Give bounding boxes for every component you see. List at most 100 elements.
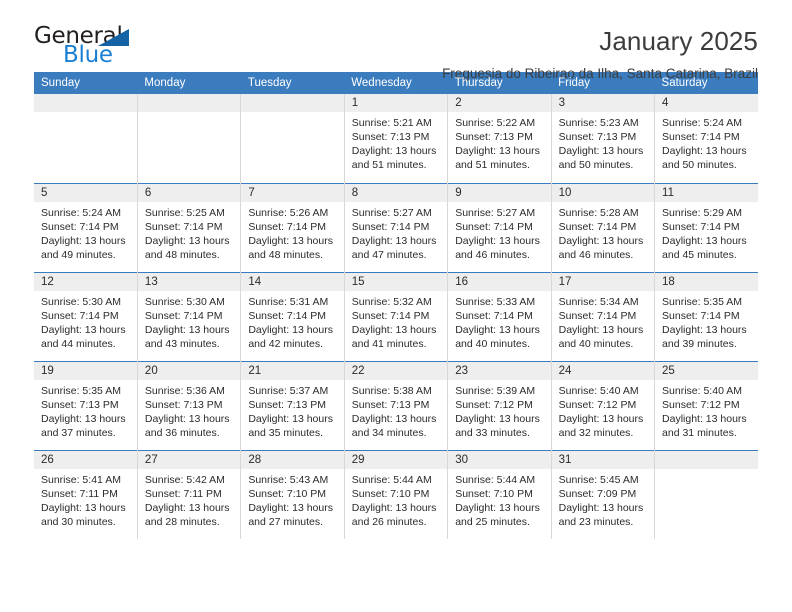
day-number: 9 — [448, 183, 551, 202]
sunrise-time: Sunrise: 5:43 AM — [248, 473, 329, 486]
sunset-time: Sunset: 7:14 PM — [41, 220, 119, 233]
sunset-time: Sunset: 7:13 PM — [41, 398, 119, 411]
calendar-day-cell[interactable]: 22 Sunrise: 5:38 AM Sunset: 7:13 PM Dayligh… — [344, 360, 449, 450]
daylight-duration-line2: and 37 minutes. — [41, 426, 116, 439]
calendar-day-cell[interactable]: 3 Sunrise: 5:23 AM Sunset: 7:13 PM Daylight… — [551, 94, 656, 183]
daylight-duration-line1: Daylight: 13 hours — [558, 412, 644, 425]
calendar-day-cell[interactable]: 14 Sunrise: 5:31 AM Sunset: 7:14 PM Dayligh… — [240, 271, 345, 361]
daylight-duration-line1: Daylight: 13 hours — [351, 412, 437, 425]
daylight-duration-line2: and 50 minutes. — [558, 159, 634, 171]
day-number: 14 — [241, 272, 344, 291]
calendar-day-cell[interactable]: 4 Sunrise: 5:24 AM Sunset: 7:14 PM Daylight… — [654, 94, 758, 183]
day-details: Sunrise: 5:34 AM Sunset: 7:14 PM Daylight:… — [552, 291, 654, 351]
sunrise-time: Sunrise: 5:31 AM — [248, 295, 329, 308]
day-number: 1 — [344, 94, 448, 112]
day-number: 5 — [34, 183, 137, 202]
day-details: Sunrise: 5:25 AM Sunset: 7:14 PM Daylight:… — [138, 202, 240, 262]
calendar-week-row: 5 Sunrise: 5:24 AM Sunset: 7:14 PM Daylight… — [34, 182, 758, 272]
calendar-day-cell-empty — [137, 94, 242, 183]
calendar-day-cell[interactable]: 25 Sunrise: 5:40 AM Sunset: 7:12 PM Dayligh… — [654, 360, 758, 450]
daylight-duration-line2: and 27 minutes. — [248, 515, 324, 528]
sunrise-time: Sunrise: 5:39 AM — [455, 384, 536, 397]
calendar-day-cell[interactable]: 10 Sunrise: 5:28 AM Sunset: 7:14 PM Dayligh… — [551, 182, 656, 272]
daylight-duration-line2: and 26 minutes. — [351, 515, 427, 528]
day-number: 12 — [34, 272, 137, 291]
sunrise-time: Sunrise: 5:27 AM — [455, 206, 536, 219]
day-details: Sunrise: 5:21 AM Sunset: 7:13 PM Daylight:… — [345, 112, 447, 172]
calendar-day-cell[interactable]: 11 Sunrise: 5:29 AM Sunset: 7:14 PM Dayligh… — [654, 182, 758, 272]
sunrise-time: Sunrise: 5:29 AM — [662, 206, 742, 219]
calendar-day-cell[interactable]: 24 Sunrise: 5:40 AM Sunset: 7:12 PM Dayligh… — [551, 360, 656, 450]
sunset-time: Sunset: 7:14 PM — [351, 309, 430, 322]
sunset-time: Sunset: 7:12 PM — [455, 398, 533, 411]
sunset-time: Sunset: 7:13 PM — [351, 131, 430, 143]
daylight-duration-line2: and 33 minutes. — [455, 426, 530, 439]
day-details: Sunrise: 5:41 AM Sunset: 7:11 PM Daylight:… — [34, 469, 137, 529]
calendar-day-cell[interactable]: 21 Sunrise: 5:37 AM Sunset: 7:13 PM Dayligh… — [240, 360, 345, 450]
calendar-day-cell[interactable]: 18 Sunrise: 5:35 AM Sunset: 7:14 PM Dayligh… — [654, 271, 758, 361]
sunset-time: Sunset: 7:13 PM — [351, 398, 430, 411]
day-details: Sunrise: 5:30 AM Sunset: 7:14 PM Daylight:… — [138, 291, 240, 351]
calendar-day-cell[interactable]: 9 Sunrise: 5:27 AM Sunset: 7:14 PM Daylight… — [447, 182, 552, 272]
sunset-time: Sunset: 7:13 PM — [144, 398, 223, 411]
day-details: Sunrise: 5:23 AM Sunset: 7:13 PM Daylight:… — [552, 112, 654, 172]
sunset-time: Sunset: 7:14 PM — [248, 220, 326, 233]
day-details: Sunrise: 5:43 AM Sunset: 7:10 PM Daylight:… — [241, 469, 343, 529]
daylight-duration-line1: Daylight: 13 hours — [455, 234, 540, 247]
daylight-duration-line2: and 43 minutes. — [144, 337, 220, 350]
calendar-day-cell[interactable]: 1 Sunrise: 5:21 AM Sunset: 7:13 PM Daylight… — [344, 94, 449, 183]
sunset-time: Sunset: 7:11 PM — [144, 487, 222, 500]
calendar-day-cell[interactable]: 13 Sunrise: 5:30 AM Sunset: 7:14 PM Dayligh… — [137, 271, 242, 361]
calendar-day-cell[interactable]: 31 Sunrise: 5:45 AM Sunset: 7:09 PM Dayligh… — [551, 449, 656, 539]
sunset-time: Sunset: 7:14 PM — [558, 309, 637, 322]
calendar-day-cell[interactable]: 6 Sunrise: 5:25 AM Sunset: 7:14 PM Daylight… — [137, 182, 242, 272]
calendar-day-cell[interactable]: 5 Sunrise: 5:24 AM Sunset: 7:14 PM Daylight… — [34, 182, 138, 272]
daylight-duration-line1: Daylight: 13 hours — [144, 501, 230, 514]
day-number: 6 — [137, 183, 241, 202]
daylight-duration-line1: Daylight: 13 hours — [455, 501, 540, 514]
day-details: Sunrise: 5:31 AM Sunset: 7:14 PM Daylight:… — [241, 291, 343, 351]
calendar-day-cell[interactable]: 26 Sunrise: 5:41 AM Sunset: 7:11 PM Dayligh… — [34, 449, 138, 539]
day-number: 25 — [655, 361, 758, 380]
calendar-day-cell[interactable]: 19 Sunrise: 5:35 AM Sunset: 7:13 PM Dayligh… — [34, 360, 138, 450]
day-number: 28 — [241, 450, 344, 469]
calendar-day-cell[interactable]: 16 Sunrise: 5:33 AM Sunset: 7:14 PM Dayligh… — [447, 271, 552, 361]
sunset-time: Sunset: 7:12 PM — [662, 398, 740, 411]
daylight-duration-line2: and 23 minutes. — [558, 515, 634, 528]
calendar-day-cell[interactable]: 8 Sunrise: 5:27 AM Sunset: 7:14 PM Daylight… — [344, 182, 449, 272]
day-details: Sunrise: 5:30 AM Sunset: 7:14 PM Daylight:… — [34, 291, 137, 351]
calendar-day-cell[interactable]: 28 Sunrise: 5:43 AM Sunset: 7:10 PM Dayligh… — [240, 449, 345, 539]
day-number: 15 — [344, 272, 448, 291]
daylight-duration-line1: Daylight: 13 hours — [248, 234, 333, 247]
sunset-time: Sunset: 7:09 PM — [558, 487, 637, 500]
daylight-duration-line1: Daylight: 13 hours — [455, 145, 540, 157]
sunset-time: Sunset: 7:14 PM — [248, 309, 326, 322]
day-details: Sunrise: 5:24 AM Sunset: 7:14 PM Daylight:… — [655, 112, 758, 172]
day-details: Sunrise: 5:33 AM Sunset: 7:14 PM Daylight:… — [448, 291, 550, 351]
daylight-duration-line2: and 30 minutes. — [41, 515, 116, 528]
calendar-day-cell[interactable]: 12 Sunrise: 5:30 AM Sunset: 7:14 PM Dayligh… — [34, 271, 138, 361]
daylight-duration-line1: Daylight: 13 hours — [144, 323, 230, 336]
calendar-day-cell[interactable]: 17 Sunrise: 5:34 AM Sunset: 7:14 PM Dayligh… — [551, 271, 656, 361]
general-blue-logo[interactable]: General Blue — [34, 25, 154, 71]
day-number — [137, 94, 241, 112]
daylight-duration-line1: Daylight: 13 hours — [558, 145, 644, 157]
calendar-day-cell[interactable]: 20 Sunrise: 5:36 AM Sunset: 7:13 PM Dayligh… — [137, 360, 242, 450]
calendar-day-cell[interactable]: 2 Sunrise: 5:22 AM Sunset: 7:13 PM Daylight… — [447, 94, 552, 183]
calendar-day-cell[interactable]: 7 Sunrise: 5:26 AM Sunset: 7:14 PM Daylight… — [240, 182, 345, 272]
calendar-day-cell[interactable]: 30 Sunrise: 5:44 AM Sunset: 7:10 PM Dayligh… — [447, 449, 552, 539]
page-title: January 2025 — [599, 26, 758, 56]
calendar-day-cell[interactable]: 15 Sunrise: 5:32 AM Sunset: 7:14 PM Dayligh… — [344, 271, 449, 361]
sunset-time: Sunset: 7:13 PM — [558, 131, 637, 143]
daylight-duration-line2: and 49 minutes. — [41, 248, 116, 261]
calendar-day-cell[interactable]: 27 Sunrise: 5:42 AM Sunset: 7:11 PM Dayligh… — [137, 449, 242, 539]
sunset-time: Sunset: 7:14 PM — [144, 220, 223, 233]
day-details: Sunrise: 5:44 AM Sunset: 7:10 PM Daylight:… — [448, 469, 550, 529]
day-number: 27 — [137, 450, 241, 469]
daylight-duration-line1: Daylight: 13 hours — [41, 412, 126, 425]
sunrise-time: Sunrise: 5:41 AM — [41, 473, 121, 486]
calendar-day-cell[interactable]: 23 Sunrise: 5:39 AM Sunset: 7:12 PM Dayligh… — [447, 360, 552, 450]
sunrise-time: Sunrise: 5:23 AM — [558, 117, 639, 129]
calendar-day-cell[interactable]: 29 Sunrise: 5:44 AM Sunset: 7:10 PM Dayligh… — [344, 449, 449, 539]
sunrise-time: Sunrise: 5:38 AM — [351, 384, 432, 397]
